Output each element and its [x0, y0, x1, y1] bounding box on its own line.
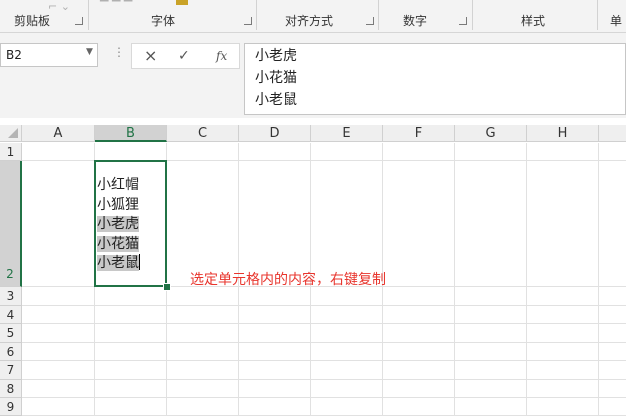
cell-b2-content[interactable]: 小红帽 小狐狸 小老虎 小花猫 小老鼠 [97, 176, 140, 274]
fill-handle[interactable] [163, 283, 171, 291]
row-header-2[interactable]: 2 [0, 161, 22, 287]
cancel-icon[interactable]: × [144, 46, 157, 65]
select-all-triangle-icon [8, 128, 18, 138]
cell-line-selected: 小花猫 [97, 235, 140, 255]
formula-line: 小老鼠 [255, 92, 297, 108]
column-header-d[interactable]: D [239, 125, 311, 142]
text-caret [139, 254, 140, 270]
cell-line-text: 小老鼠 [97, 255, 139, 271]
group-separator [597, 0, 598, 30]
group-truncated-label: 单 [610, 14, 623, 28]
cell-line-selected: 小老虎 [97, 215, 140, 235]
column-header-c[interactable]: C [167, 125, 239, 142]
formula-line: 小老虎 [255, 48, 297, 64]
grid-line [598, 143, 599, 416]
grid-line [22, 360, 626, 361]
group-number-label: 数字 [403, 14, 428, 28]
row-header-7[interactable]: 7 [0, 361, 22, 380]
cell-line: 小红帽 [97, 176, 140, 196]
name-box-value: B2 [6, 48, 22, 62]
column-header-e[interactable]: E [311, 125, 383, 142]
grid-line [454, 143, 455, 416]
group-separator [378, 0, 379, 30]
row-header-6[interactable]: 6 [0, 343, 22, 361]
cell-line-selected: 小老鼠 [97, 254, 140, 274]
group-clipboard-label: 剪贴板 [14, 14, 51, 28]
row-header-3[interactable]: 3 [0, 287, 22, 306]
group-font-label: 字体 [151, 14, 176, 28]
column-header-h[interactable]: H [527, 125, 599, 142]
number-launcher-icon[interactable] [459, 17, 467, 25]
group-separator [472, 0, 473, 30]
column-header-a[interactable]: A [22, 125, 95, 142]
row-header-5[interactable]: 5 [0, 324, 22, 343]
cell-line-text: 小红帽 [97, 177, 139, 193]
formula-input[interactable] [244, 43, 626, 115]
alignment-launcher-icon[interactable] [366, 17, 374, 25]
formula-line: 小花猫 [255, 70, 297, 86]
row-header-1[interactable]: 1 [0, 143, 22, 161]
font-color-icon[interactable] [176, 0, 188, 5]
row-header-9[interactable]: 9 [0, 398, 22, 416]
ribbon: ⌐ ⌄ 剪贴板 ▔ ▔ ▔ 字体 对齐方式 数字 样式 单 [0, 0, 626, 33]
ribbon-icon-ghost: ▔ ▔ ▔ [100, 0, 133, 13]
grid-line [22, 397, 626, 398]
cell-line-text: 小花猫 [97, 235, 139, 252]
cell-line: 小狐狸 [97, 196, 140, 216]
row-header-8[interactable]: 8 [0, 380, 22, 398]
group-styles-label: 样式 [521, 14, 546, 28]
grid-line [22, 323, 626, 324]
grid-line [22, 342, 626, 343]
column-header-b[interactable]: B [95, 125, 167, 142]
column-header-g[interactable]: G [455, 125, 527, 142]
clipboard-launcher-icon[interactable] [75, 17, 83, 25]
column-header-partial[interactable] [599, 125, 626, 142]
insert-function-icon[interactable]: fx [216, 49, 227, 63]
cell-line-text: 小狐狸 [97, 196, 139, 213]
more-options-icon[interactable]: ⋮ [113, 46, 125, 58]
chevron-down-icon[interactable]: ▼ [86, 47, 93, 57]
grid-line [526, 143, 527, 416]
column-header-f[interactable]: F [383, 125, 455, 142]
cell-line-text: 小老虎 [97, 216, 139, 232]
instruction-annotation: 选定单元格内的内容，右键复制 [190, 272, 386, 288]
formula-content: 小老虎 小花猫 小老鼠 [255, 45, 297, 111]
group-alignment-label: 对齐方式 [285, 14, 334, 28]
enter-icon[interactable]: ✓ [178, 48, 190, 64]
ribbon-icon-ghost: ⌐ ⌄ [48, 0, 70, 13]
group-separator [88, 0, 89, 30]
group-separator [256, 0, 257, 30]
grid-line [22, 305, 626, 306]
grid-line [22, 379, 626, 380]
row-header-4[interactable]: 4 [0, 306, 22, 324]
font-launcher-icon[interactable] [244, 17, 252, 25]
